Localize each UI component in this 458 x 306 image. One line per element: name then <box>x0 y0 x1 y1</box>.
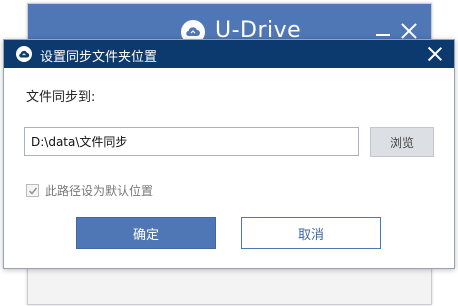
close-icon[interactable] <box>401 23 417 39</box>
default-location-label: 此路径设为默认位置 <box>45 183 154 198</box>
sync-folder-dialog: 设置同步文件夹位置 文件同步到: 浏览 此路径设为默认位置 确定 取消 <box>3 39 455 269</box>
browse-button[interactable]: 浏览 <box>370 127 434 157</box>
close-icon[interactable] <box>428 47 442 61</box>
cancel-button[interactable]: 取消 <box>241 217 381 249</box>
default-location-option[interactable]: 此路径设为默认位置 <box>26 182 153 198</box>
minimize-icon[interactable] <box>376 34 390 36</box>
checkmark-icon <box>28 187 38 195</box>
dialog-title: 设置同步文件夹位置 <box>40 50 158 65</box>
ok-button[interactable]: 确定 <box>76 217 216 249</box>
sync-path-input[interactable] <box>24 127 359 156</box>
dialog-titlebar: 设置同步文件夹位置 <box>4 40 454 68</box>
sync-to-label: 文件同步到: <box>26 90 96 105</box>
default-location-checkbox[interactable] <box>26 183 39 197</box>
cloud-sync-icon <box>16 46 32 62</box>
